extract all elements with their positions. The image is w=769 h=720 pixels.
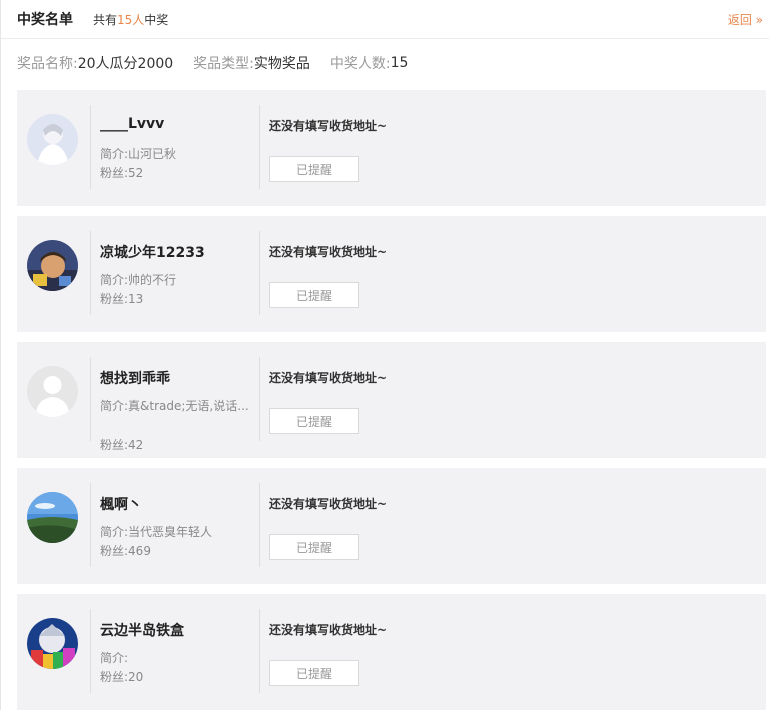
- card-divider: [90, 105, 91, 189]
- card-divider: [259, 105, 260, 189]
- back-link[interactable]: 返回 »: [728, 11, 763, 28]
- winner-total-count: 15人: [117, 12, 145, 27]
- winner-name[interactable]: 楓啊丶: [100, 494, 142, 514]
- winner-total-suffix: 中奖: [144, 12, 169, 27]
- reminded-button[interactable]: 已提醒: [269, 282, 359, 308]
- avatar[interactable]: [27, 492, 78, 543]
- winner-card: 凉城少年12233 简介:帅的不行 粉丝:13 还没有填写收货地址~ 已提醒: [17, 216, 766, 332]
- address-status: 还没有填写收货地址~: [269, 623, 388, 637]
- address-status: 还没有填写收货地址~: [269, 371, 388, 385]
- avatar[interactable]: [27, 366, 78, 417]
- address-status: 还没有填写收货地址~: [269, 245, 388, 259]
- avatar-anime-icon: [27, 114, 78, 165]
- card-divider: [90, 231, 91, 315]
- winner-fans: 粉丝:42: [100, 438, 144, 452]
- winner-name[interactable]: ____Lvvv: [100, 116, 164, 132]
- prize-name-label: 奖品名称:: [17, 56, 78, 72]
- avatar[interactable]: [27, 618, 78, 669]
- winner-card: 云边半岛铁盒 简介: 粉丝:20 还没有填写收货地址~ 已提醒: [17, 594, 766, 710]
- address-status: 还没有填写收货地址~: [269, 497, 388, 511]
- winner-name[interactable]: 想找到乖乖: [100, 368, 170, 388]
- winner-list-page: 中奖名单 共有15人中奖 返回 » 奖品名称: 20人瓜分2000 奖品类型: …: [0, 0, 769, 710]
- card-divider: [90, 357, 91, 441]
- card-divider: [259, 609, 260, 693]
- avatar-default-icon: [27, 366, 78, 417]
- avatar-kid-icon: [27, 240, 78, 291]
- winner-total: 共有15人中奖: [93, 11, 168, 28]
- card-divider: [259, 483, 260, 567]
- avatar[interactable]: [27, 240, 78, 291]
- winner-name[interactable]: 凉城少年12233: [100, 242, 205, 262]
- winner-intro: 简介:山河已秋: [100, 147, 177, 161]
- prize-type-label: 奖品类型:: [193, 56, 254, 72]
- winner-count-value: 15: [390, 55, 409, 71]
- card-divider: [259, 357, 260, 441]
- winner-fans: 粉丝:469: [100, 544, 151, 558]
- avatar-colorful-icon: [27, 618, 78, 669]
- card-divider: [259, 231, 260, 315]
- reminded-button[interactable]: 已提醒: [269, 660, 359, 686]
- winner-intro: 简介:当代恶臭年轻人: [100, 525, 213, 539]
- winner-card: ____Lvvv 简介:山河已秋 粉丝:52 还没有填写收货地址~ 已提醒: [17, 90, 766, 206]
- winner-fans: 粉丝:20: [100, 670, 144, 684]
- card-divider: [90, 609, 91, 693]
- page-header: 中奖名单 共有15人中奖 返回 »: [1, 0, 769, 39]
- winner-card: 楓啊丶 简介:当代恶臭年轻人 粉丝:469 还没有填写收货地址~ 已提醒: [17, 468, 766, 584]
- winner-intro: 简介:: [100, 651, 129, 665]
- winner-count-label: 中奖人数:: [329, 56, 391, 72]
- page-title: 中奖名单: [17, 12, 73, 28]
- winner-intro: 简介:真&trade;无语,说话...: [100, 399, 249, 413]
- prize-name-value: 20人瓜分2000: [77, 56, 174, 72]
- winner-intro: 简介:帅的不行: [100, 273, 177, 287]
- winner-card: 想找到乖乖 简介:真&trade;无语,说话... 粉丝:42 还没有填写收货地…: [17, 342, 766, 458]
- card-divider: [90, 483, 91, 567]
- reminded-button[interactable]: 已提醒: [269, 408, 359, 434]
- reminded-button[interactable]: 已提醒: [269, 156, 359, 182]
- reminded-button[interactable]: 已提醒: [269, 534, 359, 560]
- winner-fans: 粉丝:13: [100, 292, 144, 306]
- winner-list: ____Lvvv 简介:山河已秋 粉丝:52 还没有填写收货地址~ 已提醒 凉城…: [17, 90, 766, 720]
- prize-type-value: 实物奖品: [253, 56, 310, 72]
- winner-fans: 粉丝:52: [100, 166, 144, 180]
- winner-name[interactable]: 云边半岛铁盒: [100, 620, 184, 640]
- avatar[interactable]: [27, 114, 78, 165]
- address-status: 还没有填写收货地址~: [269, 119, 388, 133]
- winner-total-prefix: 共有: [93, 12, 118, 27]
- avatar-landscape-icon: [27, 492, 78, 543]
- prize-info: 奖品名称: 20人瓜分2000 奖品类型: 实物奖品 中奖人数: 15: [1, 39, 769, 87]
